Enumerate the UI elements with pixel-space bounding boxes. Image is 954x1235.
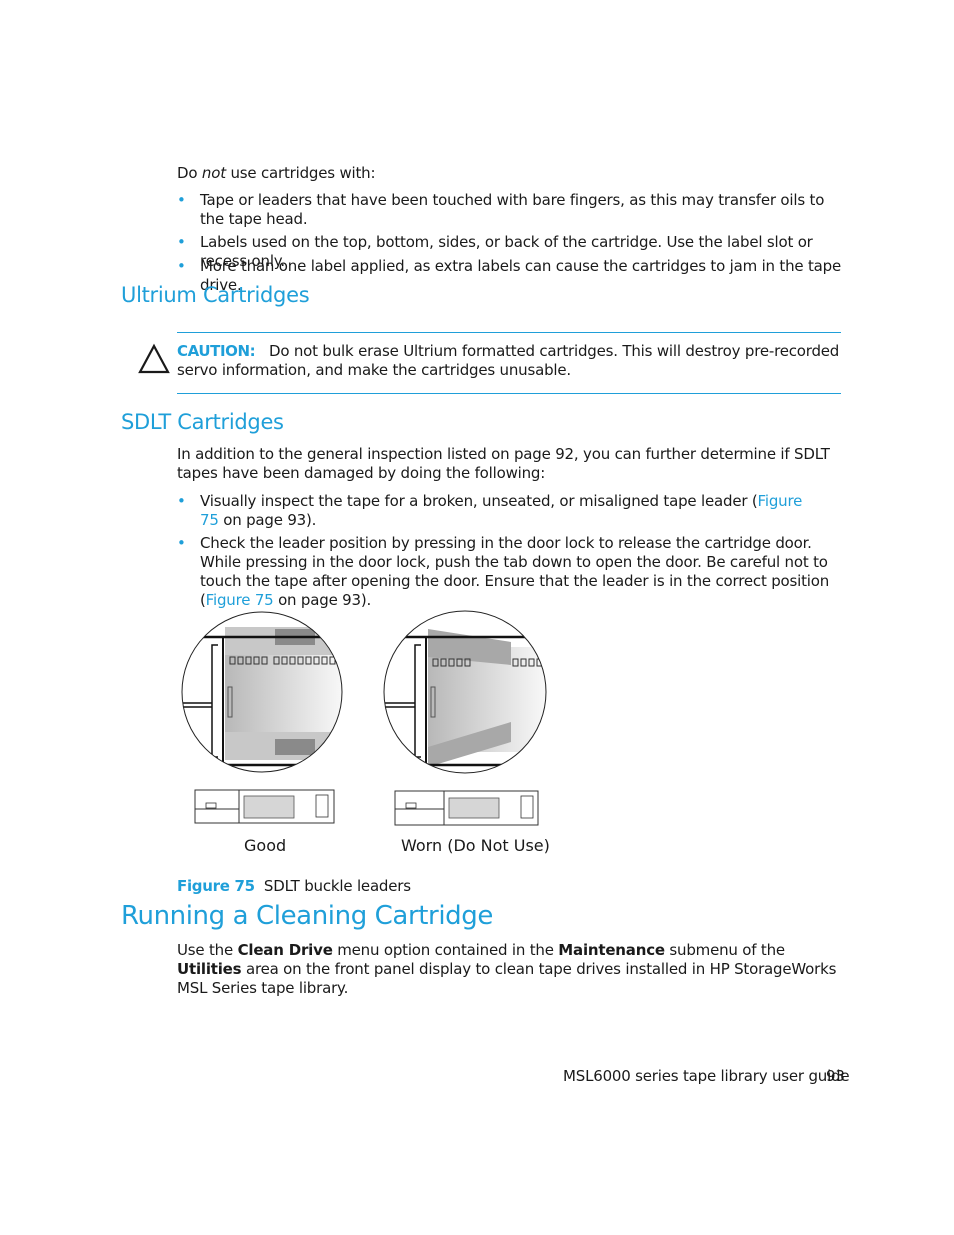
- good-cartridge-diagram: [194, 789, 335, 824]
- caution-bottom-rule: [177, 393, 841, 394]
- ultrium-heading: Ultrium Cartridges: [121, 283, 310, 307]
- bullet-icon: •: [177, 233, 186, 251]
- caution-top-rule: [177, 332, 841, 333]
- intro-prefix: Do: [177, 164, 202, 182]
- worn-cartridge-diagram: [394, 790, 539, 826]
- utilities-term: Utilities: [177, 960, 242, 978]
- intro-suffix: use cartridges with:: [225, 164, 376, 182]
- cleaning-text: submenu of the: [664, 941, 785, 959]
- bullet-icon: •: [177, 257, 186, 275]
- cleaning-text: area on the front panel display to clean…: [177, 960, 837, 997]
- worn-leader-closeup: [383, 610, 547, 774]
- cleaning-heading: Running a Cleaning Cartridge: [121, 901, 493, 931]
- sdlt-intro: In addition to the general inspection li…: [177, 445, 830, 482]
- intro-line: Do not use cartridges with:: [177, 164, 376, 183]
- caution-label: CAUTION:: [177, 342, 256, 360]
- caution-block: CAUTION: Do not bulk erase Ultrium forma…: [177, 342, 841, 380]
- sdlt-heading: SDLT Cartridges: [121, 410, 284, 434]
- bullet-icon: •: [177, 191, 186, 209]
- bullet-icon: •: [177, 492, 186, 510]
- footer-title: MSL6000 series tape library user guide: [563, 1067, 850, 1085]
- figure-label-worn: Worn (Do Not Use): [401, 836, 550, 855]
- figure-caption: Figure 75 SDLT buckle leaders: [177, 877, 411, 896]
- clean-drive-term: Clean Drive: [237, 941, 333, 959]
- maintenance-term: Maintenance: [558, 941, 665, 959]
- figure-label-good: Good: [244, 836, 287, 855]
- cleaning-text: menu option contained in the: [332, 941, 559, 959]
- sdlt-bullet-1: Visually inspect the tape for a broken, …: [200, 492, 820, 530]
- good-leader-closeup: [181, 611, 343, 773]
- page-number: 93: [826, 1067, 845, 1085]
- cleaning-text: Use the: [177, 941, 238, 959]
- figure-caption-text: SDLT buckle leaders: [263, 877, 411, 895]
- figure-caption-number: Figure 75: [177, 877, 255, 895]
- sdlt-bullet-1-after: on page 93).: [218, 511, 317, 529]
- cleaning-paragraph: Use the Clean Drive menu option containe…: [177, 941, 845, 998]
- sdlt-bullet-1-text: Visually inspect the tape for a broken, …: [200, 492, 758, 510]
- intro-bullet-1: Tape or leaders that have been touched w…: [200, 191, 825, 228]
- bullet-icon: •: [177, 534, 186, 552]
- intro-emphasis: not: [201, 164, 226, 182]
- warning-triangle-icon: [138, 343, 170, 374]
- caution-text: Do not bulk erase Ultrium formatted cart…: [177, 342, 840, 379]
- sdlt-bullet-2: Check the leader position by pressing in…: [200, 534, 844, 610]
